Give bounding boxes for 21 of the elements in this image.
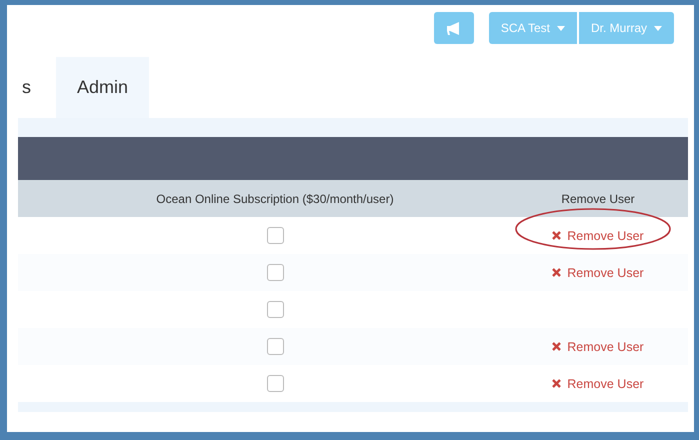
close-icon bbox=[552, 231, 562, 240]
close-icon bbox=[552, 268, 562, 277]
tab[interactable]: s bbox=[18, 57, 35, 118]
column-header: Ocean Online Subscription ($30/month/user) bbox=[155, 192, 395, 206]
remove-user-link[interactable]: Remove User bbox=[552, 340, 644, 354]
checkbox[interactable] bbox=[266, 375, 284, 392]
remove-user-link[interactable]: Remove User bbox=[552, 266, 644, 280]
caret-icon bbox=[654, 26, 662, 30]
checkbox[interactable] bbox=[266, 301, 284, 318]
announcement-button[interactable] bbox=[434, 12, 474, 44]
caret-icon bbox=[556, 26, 565, 30]
column-header: Remove User bbox=[560, 192, 636, 206]
checkbox[interactable] bbox=[266, 264, 284, 281]
remove-user-link[interactable]: Remove User bbox=[552, 228, 644, 242]
tab[interactable]: Admin bbox=[56, 57, 150, 118]
close-icon bbox=[552, 342, 562, 351]
checkbox[interactable] bbox=[266, 338, 284, 355]
close-icon bbox=[552, 379, 562, 388]
megaphone-icon bbox=[446, 22, 462, 34]
checkbox[interactable] bbox=[266, 227, 284, 244]
remove-user-link[interactable]: Remove User bbox=[552, 376, 644, 390]
